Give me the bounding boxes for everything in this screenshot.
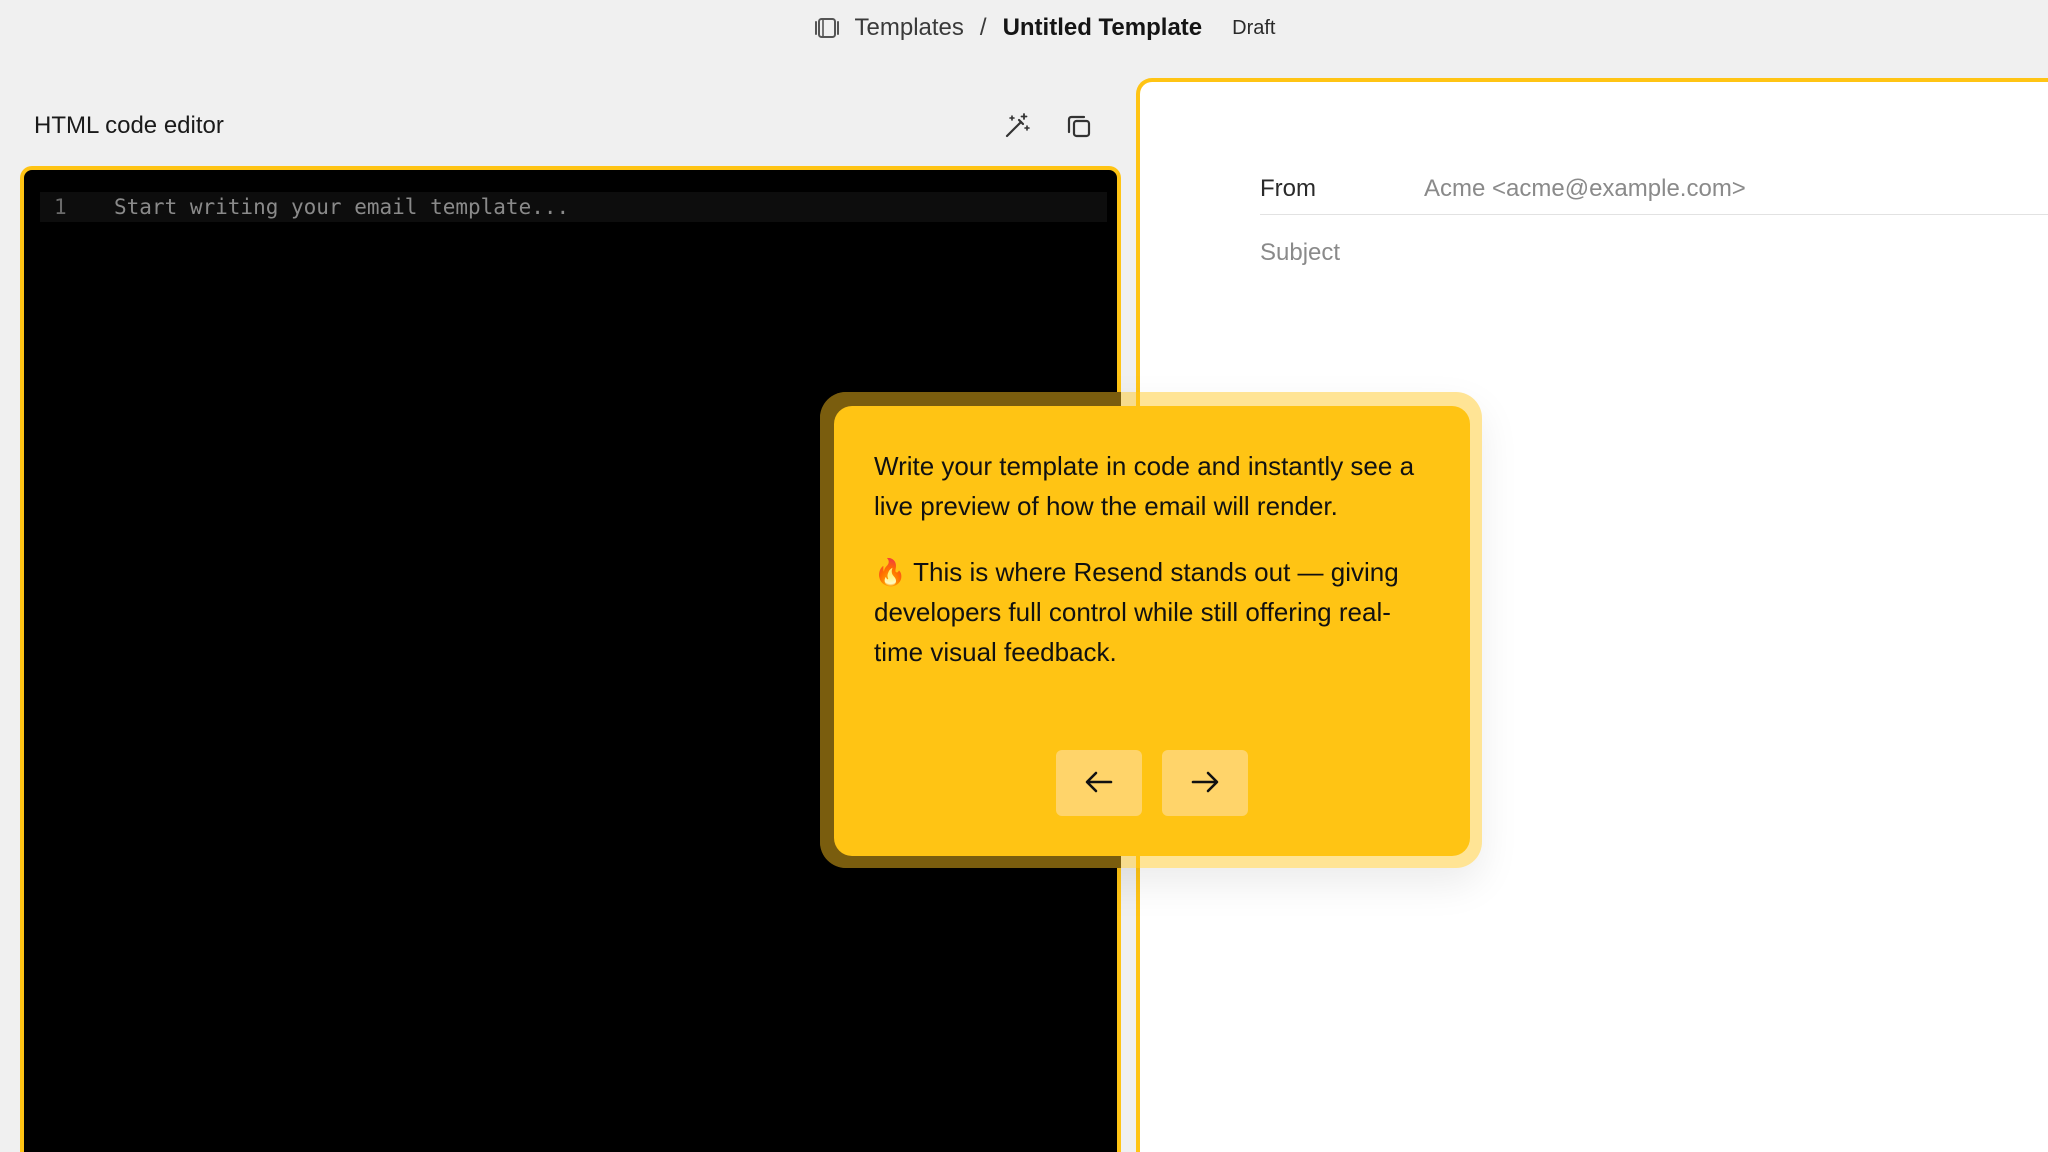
tour-popover: Write your template in code and instantl… bbox=[834, 406, 1470, 856]
subject-row: Subject bbox=[1260, 228, 2048, 278]
line-number: 1 bbox=[54, 195, 67, 219]
fire-icon: 🔥 bbox=[874, 557, 907, 587]
copy-button[interactable] bbox=[1062, 110, 1096, 144]
code-line[interactable]: 1 Start writing your email template... bbox=[40, 192, 1107, 222]
tour-previous-button[interactable] bbox=[1056, 750, 1142, 816]
breadcrumb-templates-link[interactable]: Templates bbox=[855, 14, 964, 42]
tour-paragraph-2: 🔥 This is where Resend stands out — givi… bbox=[874, 552, 1430, 672]
magic-wand-button[interactable] bbox=[1000, 110, 1034, 144]
from-label: From bbox=[1260, 175, 1316, 202]
from-value: Acme <acme@example.com> bbox=[1424, 175, 1746, 202]
arrow-left-icon bbox=[1084, 770, 1114, 797]
editor-placeholder: Start writing your email template... bbox=[114, 195, 570, 219]
breadcrumb-separator: / bbox=[979, 14, 987, 41]
magic-wand-icon bbox=[1003, 112, 1031, 143]
breadcrumb-current-template: Untitled Template bbox=[1002, 14, 1203, 41]
arrow-right-icon bbox=[1190, 770, 1220, 797]
page: Templates / Untitled Template Draft HTML… bbox=[0, 0, 2048, 1152]
template-icon bbox=[813, 14, 841, 42]
tour-next-button[interactable] bbox=[1162, 750, 1248, 816]
from-row: From Acme <acme@example.com> bbox=[1260, 164, 2048, 215]
breadcrumb: Templates / Untitled Template Draft bbox=[813, 14, 1276, 42]
editor-title: HTML code editor bbox=[34, 112, 224, 139]
copy-icon bbox=[1065, 112, 1093, 143]
status-badge: Draft bbox=[1232, 16, 1276, 39]
tour-paragraph-2-text: This is where Resend stands out — giving… bbox=[874, 557, 1399, 667]
editor-toolbar bbox=[1000, 110, 1096, 144]
header: Templates / Untitled Template Draft bbox=[0, 0, 2048, 56]
tour-navigation bbox=[834, 750, 1470, 816]
subject-label: Subject bbox=[1260, 239, 1341, 266]
tour-paragraph-1: Write your template in code and instantl… bbox=[874, 451, 1415, 521]
